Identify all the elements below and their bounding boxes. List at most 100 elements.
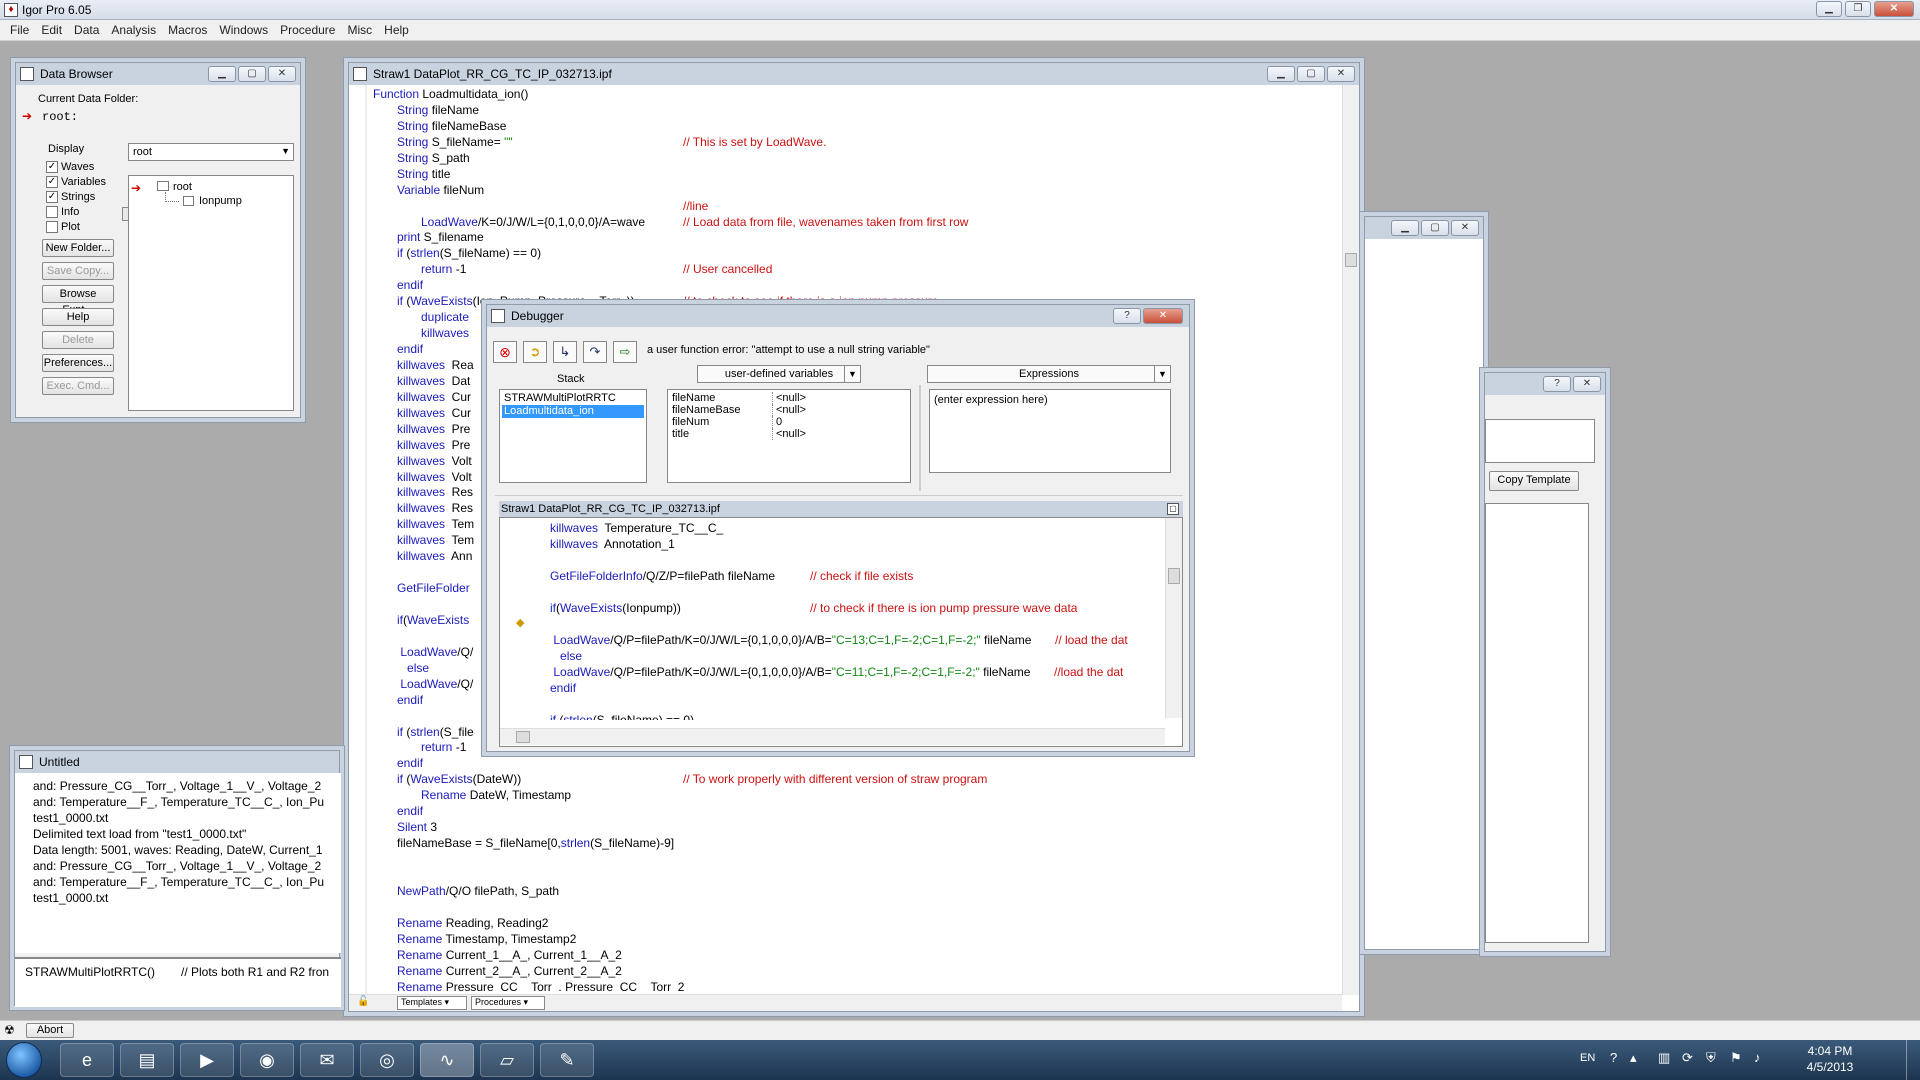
- scroll-thumb[interactable]: [516, 731, 530, 743]
- step-over-icon[interactable]: ↷: [583, 341, 607, 363]
- maximize-icon[interactable]: ▢: [238, 66, 266, 82]
- menu-data[interactable]: Data: [68, 20, 105, 40]
- media-player-icon[interactable]: ▶: [180, 1043, 234, 1077]
- variables-select[interactable]: user-defined variables ▼: [697, 365, 861, 383]
- outlook-icon[interactable]: ✉: [300, 1043, 354, 1077]
- pane-splitter[interactable]: [919, 385, 921, 491]
- scroll-thumb[interactable]: [1168, 568, 1180, 584]
- go-icon[interactable]: ➲: [523, 341, 547, 363]
- help-icon[interactable]: ?: [1113, 308, 1141, 324]
- folder-explorer-icon[interactable]: ▤: [120, 1043, 174, 1077]
- sync-icon[interactable]: ⟳: [1682, 1050, 1693, 1066]
- maximize-icon[interactable]: ▢: [1421, 220, 1449, 236]
- procedures-menu[interactable]: Procedures ▾: [471, 996, 545, 1010]
- show-desktop-button[interactable]: [1906, 1040, 1920, 1080]
- button-delete[interactable]: Delete: [42, 331, 114, 349]
- clock-date[interactable]: 4/5/2013: [1790, 1060, 1870, 1074]
- stack-item[interactable]: Loadmultidata_ion: [502, 405, 644, 418]
- minimize-icon[interactable]: ▁: [1816, 1, 1842, 17]
- stack-list[interactable]: STRAWMultiPlotRRTC Loadmultidata_ion: [499, 389, 647, 483]
- command-line[interactable]: STRAWMultiPlotRRTC() // Plots both R1 an…: [15, 957, 341, 1007]
- history-area[interactable]: and: Pressure_CG__Torr_, Voltage_1__V_, …: [15, 773, 341, 953]
- network-icon[interactable]: ▥: [1658, 1050, 1670, 1066]
- menu-windows[interactable]: Windows: [213, 20, 274, 40]
- menu-help[interactable]: Help: [378, 20, 415, 40]
- paint-icon[interactable]: ✎: [540, 1043, 594, 1077]
- lock-icon[interactable]: 🔓: [357, 996, 369, 1007]
- language-indicator[interactable]: EN: [1580, 1052, 1595, 1064]
- history-line: test1_0000.txt: [33, 811, 109, 825]
- minimize-icon[interactable]: ▁: [208, 66, 236, 82]
- menu-edit[interactable]: Edit: [35, 20, 68, 40]
- notepad-icon[interactable]: ▱: [480, 1043, 534, 1077]
- stack-item[interactable]: STRAWMultiPlotRRTC: [502, 392, 644, 405]
- template-list[interactable]: [1485, 503, 1589, 943]
- firefox-icon[interactable]: ◉: [240, 1043, 294, 1077]
- tray-arrow-icon[interactable]: ▴: [1630, 1050, 1637, 1066]
- start-button[interactable]: [6, 1042, 42, 1078]
- clock-time[interactable]: 4:04 PM: [1790, 1044, 1870, 1058]
- check-strings[interactable]: ✓ Strings: [46, 191, 95, 203]
- template-panel: ? ✕ Copy Template: [1484, 372, 1606, 952]
- help-icon[interactable]: ?: [1543, 376, 1571, 392]
- close-icon[interactable]: ✕: [1143, 308, 1183, 324]
- debugger-source-pane[interactable]: killwaves Temperature_TC__C_ killwaves An…: [499, 517, 1183, 747]
- button-exec-cmd[interactable]: Exec. Cmd...: [42, 377, 114, 395]
- internet-explorer-icon[interactable]: e: [60, 1043, 114, 1077]
- menu-file[interactable]: File: [4, 20, 35, 40]
- step-into-icon[interactable]: ↳: [553, 341, 577, 363]
- close-icon[interactable]: ✕: [1327, 66, 1355, 82]
- procedure-hscroll[interactable]: 🔓 Templates ▾ Procedures ▾: [349, 994, 1342, 1011]
- folder-select[interactable]: root ▼: [128, 143, 294, 161]
- chrome-icon[interactable]: ◎: [360, 1043, 414, 1077]
- maximize-icon[interactable]: ▢: [1167, 503, 1179, 515]
- templates-menu[interactable]: Templates ▾: [397, 996, 467, 1010]
- close-icon[interactable]: ✕: [1451, 220, 1479, 236]
- variable-value[interactable]: <null>: [772, 428, 806, 440]
- close-icon[interactable]: ✕: [1573, 376, 1601, 392]
- menu-macros[interactable]: Macros: [162, 20, 213, 40]
- minimize-icon[interactable]: ▁: [1391, 220, 1419, 236]
- check-variables[interactable]: ✓ Variables: [46, 176, 106, 188]
- code-comment: // to check if there is ion pump pressur…: [810, 601, 1078, 615]
- button-new-folder[interactable]: New Folder...: [42, 239, 114, 257]
- maximize-icon[interactable]: ▢: [1297, 66, 1325, 82]
- menu-analysis[interactable]: Analysis: [105, 20, 162, 40]
- button-browse-expt[interactable]: Browse Expt...: [42, 285, 114, 316]
- expressions-select[interactable]: Expressions ▼: [927, 365, 1171, 383]
- debugger-hscroll[interactable]: [500, 728, 1165, 745]
- igor-pro-taskbar-icon[interactable]: ∿: [420, 1043, 474, 1077]
- debugger-vscroll[interactable]: [1165, 518, 1182, 718]
- menu-misc[interactable]: Misc: [341, 20, 378, 40]
- volume-icon[interactable]: ♪: [1754, 1050, 1761, 1065]
- variable-value[interactable]: <null>: [772, 392, 806, 404]
- variable-value[interactable]: <null>: [772, 404, 806, 416]
- variable-value[interactable]: 0: [772, 416, 782, 428]
- close-icon[interactable]: ✕: [1874, 1, 1914, 17]
- check-plot[interactable]: Plot: [46, 221, 80, 233]
- step-out-icon[interactable]: ⇨: [613, 341, 637, 363]
- button-save-copy[interactable]: Save Copy...: [42, 262, 114, 280]
- scroll-thumb[interactable]: [1345, 253, 1357, 267]
- variables-list[interactable]: fileName <null> fileNameBase <null> fileNum 0…: [667, 389, 911, 483]
- button-help[interactable]: Help: [42, 308, 114, 326]
- command-text[interactable]: STRAWMultiPlotRRTC(): [25, 965, 155, 979]
- check-waves[interactable]: ✓ Waves: [46, 161, 94, 173]
- minimize-icon[interactable]: ▁: [1267, 66, 1295, 82]
- close-icon[interactable]: ✕: [268, 66, 296, 82]
- expression-input[interactable]: (enter expression here): [934, 394, 1048, 406]
- copy-template-button[interactable]: Copy Template: [1489, 471, 1579, 491]
- data-tree[interactable]: ➔ root Ionpump: [128, 175, 294, 411]
- tree-item-ionpump[interactable]: Ionpump: [199, 195, 242, 207]
- expressions-list[interactable]: (enter expression here): [929, 389, 1171, 473]
- shield-icon[interactable]: ⛨: [1706, 1050, 1716, 1066]
- help-icon[interactable]: ?: [1610, 1050, 1617, 1065]
- stop-icon[interactable]: ⊗: [493, 341, 517, 363]
- button-preferences[interactable]: Preferences...: [42, 354, 114, 372]
- flag-icon[interactable]: ⚑: [1730, 1050, 1742, 1066]
- check-info[interactable]: Info: [46, 206, 79, 218]
- abort-button[interactable]: Abort: [26, 1023, 74, 1038]
- restore-icon[interactable]: ❐: [1845, 1, 1871, 17]
- procedure-vscroll[interactable]: [1342, 85, 1359, 995]
- menu-procedure[interactable]: Procedure: [274, 20, 341, 40]
